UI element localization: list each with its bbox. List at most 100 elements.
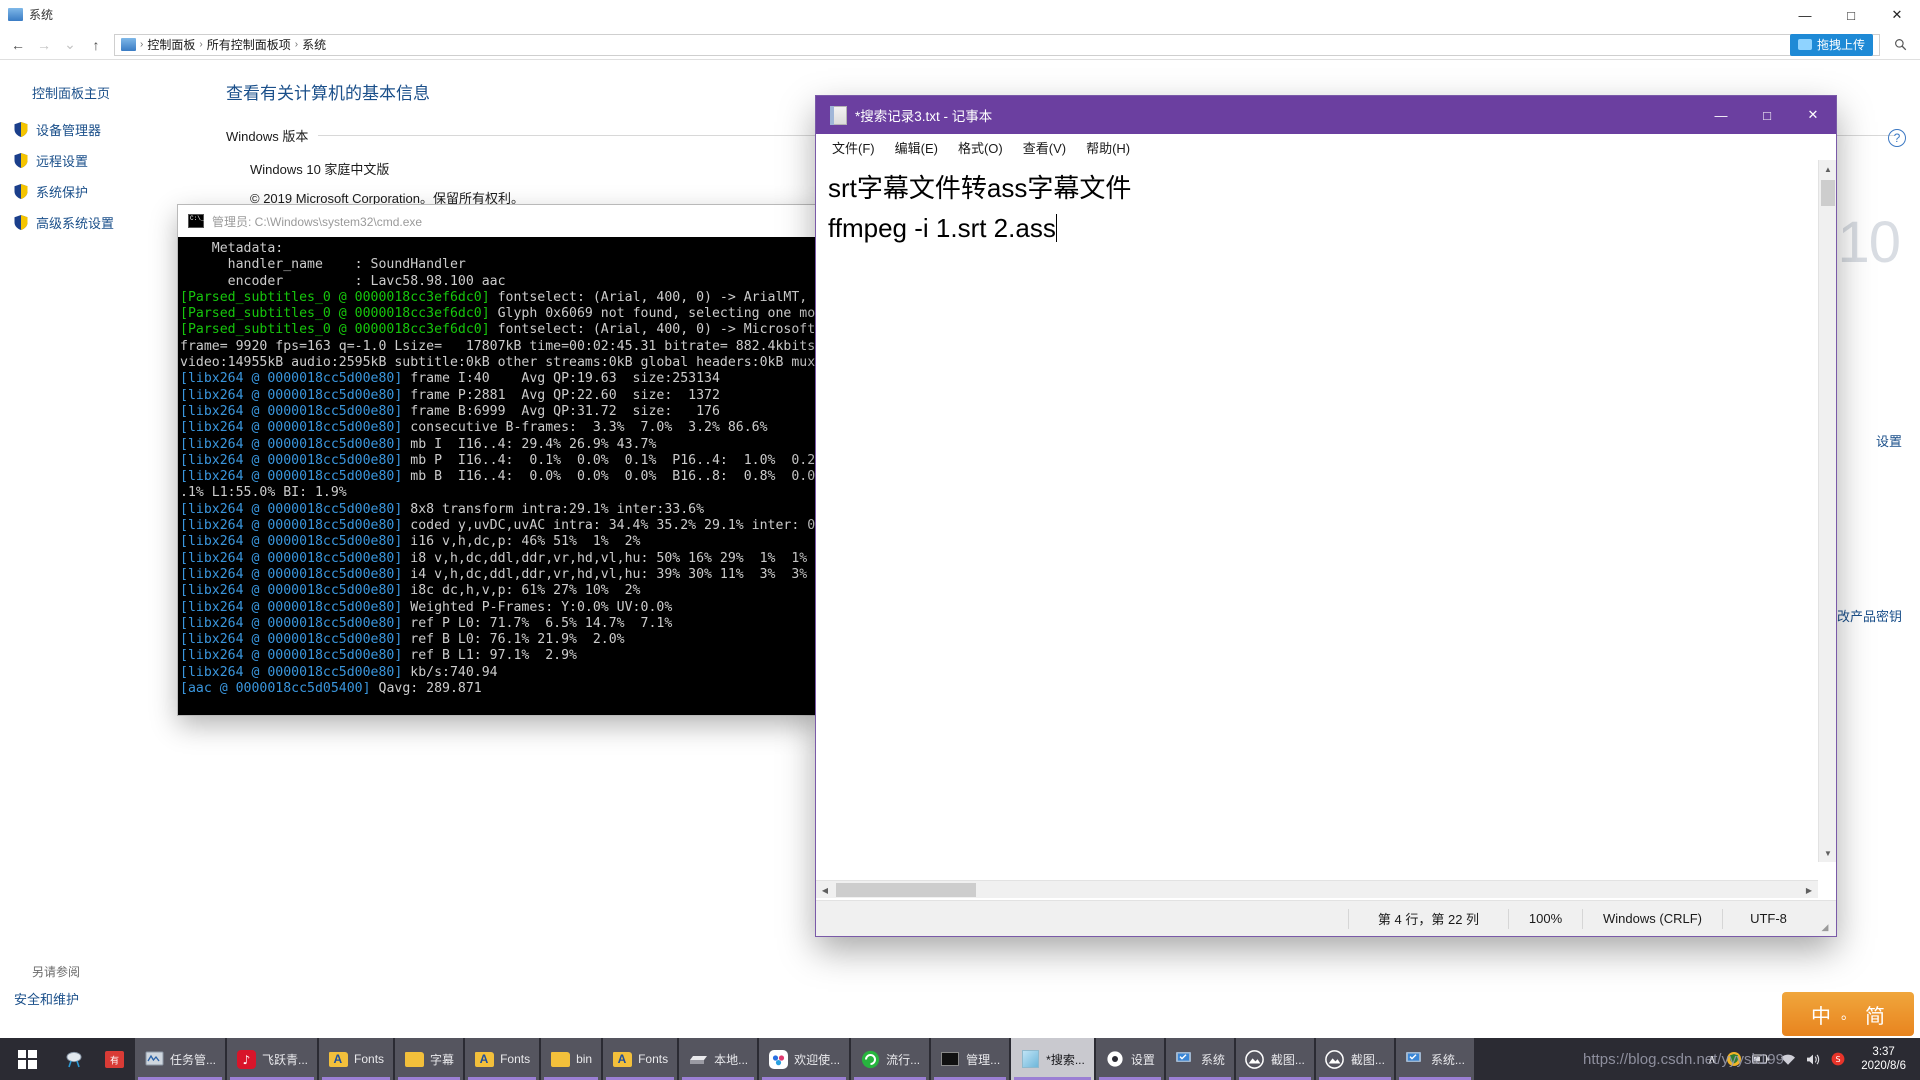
console-span: [libx264 @ 0000018cc5d00e80] [180,615,403,631]
taskbar-item-欢迎使[interactable]: 欢迎使... [759,1038,850,1080]
taskbar-item-系统[interactable]: 系统 [1165,1038,1234,1080]
back-button[interactable]: ← [6,33,30,57]
youdao-icon: 有 [104,1049,124,1069]
console-span: kb/s:740.94 [402,664,498,680]
console-line: [libx264 @ 0000018cc5d00e80] mb I I16..4… [180,437,820,453]
breadcrumb-item-0[interactable]: 控制面板 [147,36,195,53]
taskbar-item-字幕[interactable]: 字幕 [395,1038,464,1080]
notepad-window[interactable]: *搜索记录3.txt - 记事本 — □ ✕ 文件(F) 编辑(E) 格式(O)… [816,96,1836,936]
console-span: [libx264 @ 0000018cc5d00e80] [180,599,403,615]
taskbar-item-label: 流行... [886,1052,921,1067]
text-caret [1055,214,1058,242]
breadcrumb-item-2[interactable]: 系统 [302,36,326,53]
menu-format[interactable]: 格式(O) [958,138,1003,157]
taskbar-item-Fonts[interactable]: A Fonts [465,1038,540,1080]
menu-edit[interactable]: 编辑(E) [895,138,938,157]
taskbar-item-截图[interactable]: 截图... [1235,1038,1314,1080]
taskbar-item-系统[interactable]: 系统... [1395,1038,1474,1080]
sidebar-item-home[interactable]: 控制面板主页 [32,83,190,102]
taskbar-item-截图[interactable]: 截图... [1315,1038,1394,1080]
console-line: frame= 9920 fps=163 q=-1.0 Lsize= 17807k… [180,339,820,355]
up-button[interactable]: ↑ [84,33,108,57]
notepad-text-area[interactable]: srt字幕文件转ass字幕文件 ffmpeg -i 1.srt 2.ass [816,160,1836,880]
ime-status-popup[interactable]: 中 。 简 [1782,992,1914,1036]
sidebar-item-device-manager[interactable]: 设备管理器 [14,120,190,139]
folder-fonts-icon: A [612,1049,632,1069]
console-span: fontselect: (Arial, 400, 0) -> ArialMT, [489,289,808,305]
taskbar-item-管理[interactable]: 管理... [931,1038,1010,1080]
scroll-left-arrow[interactable]: ◀ [816,881,834,899]
taskbar-item-搜索[interactable]: *搜索... [1011,1038,1094,1080]
sound-icon[interactable] [1806,1053,1821,1066]
settings-link[interactable]: 设置 [1876,431,1902,450]
start-button[interactable] [0,1038,54,1080]
taskbar-item-bin[interactable]: bin [541,1038,602,1080]
taskbar-item-设置[interactable]: 设置 [1095,1038,1164,1080]
shield-icon [14,215,28,230]
notepad-minimize-button[interactable]: — [1698,96,1744,134]
console-line: Metadata: [180,241,820,257]
console-span: .1% L1:55.0% BI: 1.9% [180,485,347,501]
status-zoom: 100% [1508,908,1582,929]
cmd-console-output[interactable]: Metadata: handler_name : SoundHandler en… [178,237,820,715]
ime-lang: 中 [1811,1005,1831,1028]
menu-file[interactable]: 文件(F) [832,138,875,157]
notepad-close-button[interactable]: ✕ [1790,96,1836,134]
recent-locations-button[interactable]: ⌄ [58,33,82,57]
taskbar-item-snip-mouse-icon[interactable] [55,1038,93,1080]
address-bar[interactable]: › 控制面板 › 所有控制面板项 › 系统 拖拽上传 [114,33,1880,56]
console-span: mb I I16..4: 29.4% 26.9% 43.7% [402,436,657,452]
notepad-menubar: 文件(F) 编辑(E) 格式(O) 查看(V) 帮助(H) [816,134,1836,160]
change-product-key-link[interactable]: 改产品密钥 [1837,606,1902,625]
notepad-horizontal-scrollbar[interactable]: ◀ ▶ [816,880,1818,898]
taskbar-item-youdao-icon[interactable]: 有 [95,1038,133,1080]
taskbar-item-任务管[interactable]: 任务管... [135,1038,226,1080]
cmd-window[interactable]: 管理员: C:\Windows\system32\cmd.exe Metadat… [178,205,820,715]
taskbar-item-Fonts[interactable]: A Fonts [603,1038,678,1080]
search-icon[interactable] [1886,38,1914,51]
forward-button[interactable]: → [32,33,56,57]
close-button[interactable]: ✕ [1874,0,1920,30]
sidebar-item-advanced-system-settings[interactable]: 高级系统设置 [14,213,190,232]
maximize-button[interactable]: □ [1828,0,1874,30]
resize-grip-icon[interactable]: ◢ [1814,901,1836,937]
minimize-button[interactable]: — [1782,0,1828,30]
status-line-ending: Windows (CRLF) [1582,908,1722,929]
screenshot-icon [1325,1049,1345,1069]
windows-start-icon [17,1049,37,1069]
taskbar-clock[interactable]: 3:37 2020/8/6 [1855,1045,1912,1073]
console-line: [libx264 @ 0000018cc5d00e80] mb P I16..4… [180,453,820,469]
notepad-maximize-button[interactable]: □ [1744,96,1790,134]
control-panel-caption-buttons: — □ ✕ [1782,0,1920,30]
help-icon[interactable]: ? [1888,129,1906,147]
scroll-right-arrow[interactable]: ▶ [1800,881,1818,899]
horizontal-scroll-thumb[interactable] [836,883,976,897]
menu-view[interactable]: 查看(V) [1023,138,1066,157]
task-manager-icon [144,1049,164,1069]
console-line: handler_name : SoundHandler [180,257,820,273]
ime-icon[interactable]: S [1831,1052,1845,1066]
notepad-vertical-scrollbar[interactable]: ▲ ▼ [1818,160,1836,862]
sidebar-item-remote-settings[interactable]: 远程设置 [14,151,190,170]
breadcrumb-sep-2: › [294,39,299,50]
folder-icon [404,1049,424,1069]
taskbar-item-流行[interactable]: 流行... [851,1038,930,1080]
status-encoding: UTF-8 [1722,908,1814,929]
breadcrumb-item-1[interactable]: 所有控制面板项 [207,36,291,53]
scroll-up-arrow[interactable]: ▲ [1819,160,1837,178]
sidebar-item-system-protection[interactable]: 系统保护 [14,182,190,201]
console-line: [libx264 @ 0000018cc5d00e80] Weighted P-… [180,600,820,616]
drag-upload-button[interactable]: 拖拽上传 [1789,33,1873,56]
watermark-url: https://blog.csdn.net/yyysk199 [1583,1051,1784,1068]
console-span: encoder : Lavc58.98.100 aac [180,273,506,289]
vertical-scroll-thumb[interactable] [1821,180,1835,206]
control-panel-title: 系统 [29,8,54,22]
taskbar-item-飞跃青[interactable]: ♪ 飞跃青... [227,1038,318,1080]
menu-help[interactable]: 帮助(H) [1086,138,1130,157]
scroll-down-arrow[interactable]: ▼ [1819,844,1837,862]
taskbar-item-本地[interactable]: 本地... [679,1038,758,1080]
folder-fonts-icon: A [328,1049,348,1069]
sidebar-link-security-maintenance[interactable]: 安全和维护 [14,989,79,1008]
taskbar-item-Fonts[interactable]: A Fonts [319,1038,394,1080]
